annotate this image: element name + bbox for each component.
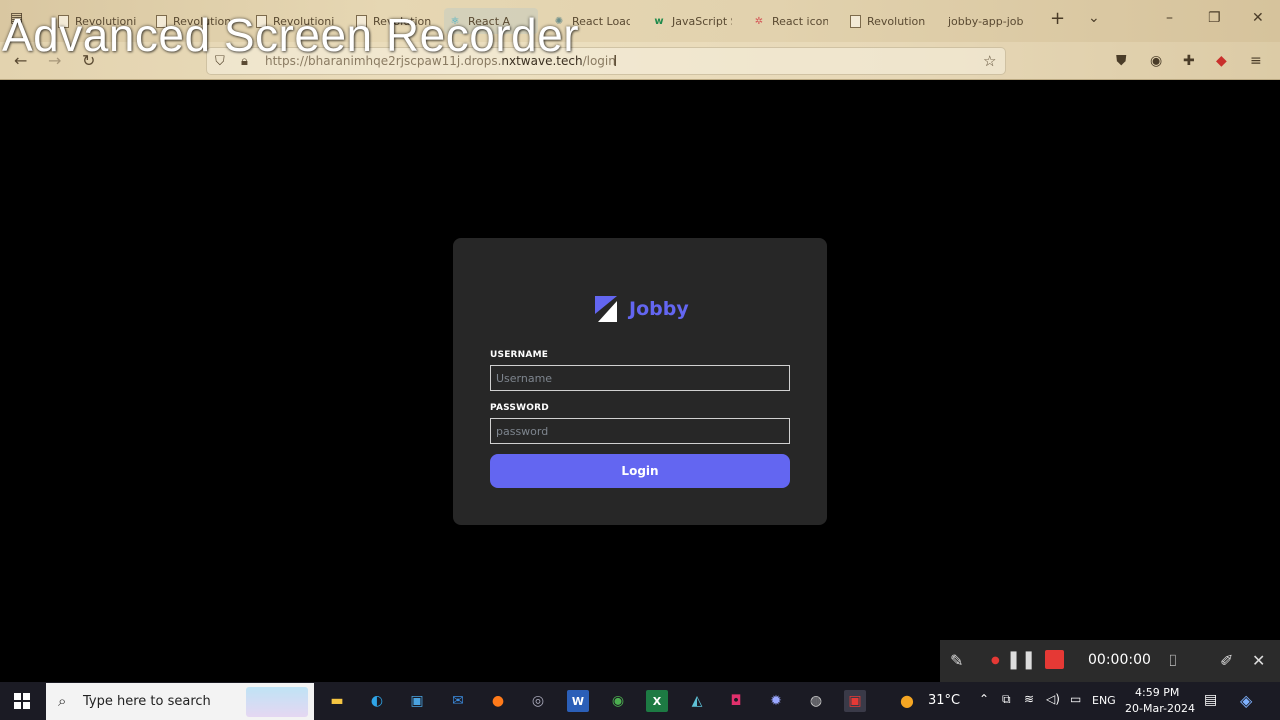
close-icon[interactable]: ✕ [1252, 10, 1264, 26]
tab-label: Revolution [867, 14, 926, 28]
tab-label: React Load [572, 14, 630, 28]
settings-app-icon[interactable]: ✹ [765, 690, 787, 712]
edit-icon[interactable]: ✐ [1220, 651, 1233, 670]
edge-icon[interactable]: ◐ [366, 690, 388, 712]
stop-icon[interactable] [1045, 650, 1064, 669]
file-explorer-icon[interactable]: ▬ [326, 690, 348, 712]
browser-tab[interactable]: w JavaScript S [648, 8, 732, 34]
instagram-icon[interactable]: ◘ [725, 690, 747, 712]
taskbar-search[interactable]: ⌕ Type here to search [46, 683, 314, 720]
document-icon [850, 14, 861, 28]
new-tab-icon[interactable]: + [1050, 8, 1065, 29]
username-input[interactable] [490, 365, 790, 391]
store-icon[interactable]: ▣ [406, 690, 428, 712]
recorder-controls: ✎ ● ❚❚ 00:00:00 ⌷ ✐ ✕ [940, 640, 1280, 682]
battery-icon[interactable]: ▭ [1070, 692, 1081, 706]
text-cursor-icon: I [613, 52, 618, 70]
minimize-icon[interactable]: – [1166, 10, 1173, 26]
pen-icon[interactable]: ✎ [950, 651, 963, 670]
url-path: /login [582, 54, 616, 68]
browser-tab[interactable]: ✲ React icon [748, 8, 828, 34]
weather-temp[interactable]: 31°C [928, 693, 960, 708]
login-card: Jobby USERNAME PASSWORD Login [453, 238, 827, 525]
mail-icon[interactable]: ✉ [447, 690, 469, 712]
recording-timer: 00:00:00 [1088, 652, 1151, 668]
tray-chevron-icon[interactable]: ⌃ [979, 692, 989, 706]
close-recorder-icon[interactable]: ✕ [1252, 651, 1265, 670]
screen: ▤ Revolutioni Revolution Revolutioni Rev… [0, 0, 1280, 720]
password-input[interactable] [490, 418, 790, 444]
firefox-icon[interactable]: ● [487, 690, 509, 712]
pause-icon[interactable]: ❚❚ [1006, 649, 1036, 670]
search-icon: ⌕ [58, 692, 67, 710]
pocket-icon[interactable]: ⛊ [1116, 53, 1127, 69]
app-icon[interactable]: ◍ [805, 690, 827, 712]
chevron-down-icon[interactable]: ⌄ [1088, 10, 1100, 26]
clock-time[interactable]: 4:59 PM [1135, 686, 1179, 699]
volume-icon[interactable]: ◁) [1046, 692, 1060, 706]
tab-label: React icon [772, 14, 828, 28]
password-label: PASSWORD [490, 403, 549, 413]
record-dot-icon: ● [991, 655, 1000, 666]
account-icon[interactable]: ◉ [1150, 53, 1162, 69]
tab-label: jobby-app-job [948, 14, 1024, 28]
browser-tab[interactable]: Revolution [846, 8, 930, 34]
page-content: Jobby USERNAME PASSWORD Login [0, 80, 1280, 682]
search-highlight-image [246, 687, 308, 717]
menu-icon[interactable]: ≡ [1250, 53, 1262, 69]
wifi-icon[interactable]: ≋ [1024, 692, 1034, 706]
chrome-icon[interactable]: ◉ [607, 690, 629, 712]
extensions-icon[interactable]: ✚ [1183, 53, 1195, 69]
notifications-icon[interactable]: ▤ [1204, 692, 1217, 708]
browser-tab[interactable]: jobby-app-job [944, 8, 1028, 34]
windows-start-icon[interactable] [14, 693, 30, 709]
camera-icon[interactable]: ⌷ [1168, 651, 1178, 671]
windows-taskbar: ⌕ Type here to search ▬ ◐ ▣ ✉ ● ◎ W ◉ X … [0, 682, 1280, 720]
copilot-icon[interactable]: ◈ [1240, 691, 1252, 710]
notes-icon[interactable]: ◭ [686, 690, 708, 712]
weather-icon[interactable]: ● [900, 691, 914, 710]
meet-icon[interactable]: ⧉ [1002, 692, 1011, 707]
extension-icon[interactable]: ◆ [1216, 53, 1227, 69]
excel-icon[interactable]: X [646, 690, 668, 712]
camera-app-icon[interactable]: ◎ [527, 690, 549, 712]
jobby-logo-icon [595, 296, 617, 322]
clock-date[interactable]: 20-Mar-2024 [1125, 702, 1195, 715]
tab-label: JavaScript S [672, 14, 732, 28]
brand-logo: Jobby [595, 296, 689, 322]
word-icon[interactable]: W [567, 690, 589, 712]
screen-recorder-app-icon[interactable]: ▣ [844, 690, 866, 712]
search-placeholder: Type here to search [83, 694, 211, 709]
brand-name: Jobby [629, 298, 689, 320]
bookmark-star-icon[interactable]: ☆ [983, 52, 996, 70]
react-icon: ✲ [754, 15, 764, 27]
username-label: USERNAME [490, 350, 549, 360]
login-button[interactable]: Login [490, 454, 790, 488]
w-icon: w [654, 15, 664, 27]
recorder-watermark: Advanced Screen Recorder [2, 9, 580, 61]
restore-icon[interactable]: ❐ [1208, 10, 1221, 26]
language-indicator[interactable]: ENG [1092, 694, 1116, 707]
